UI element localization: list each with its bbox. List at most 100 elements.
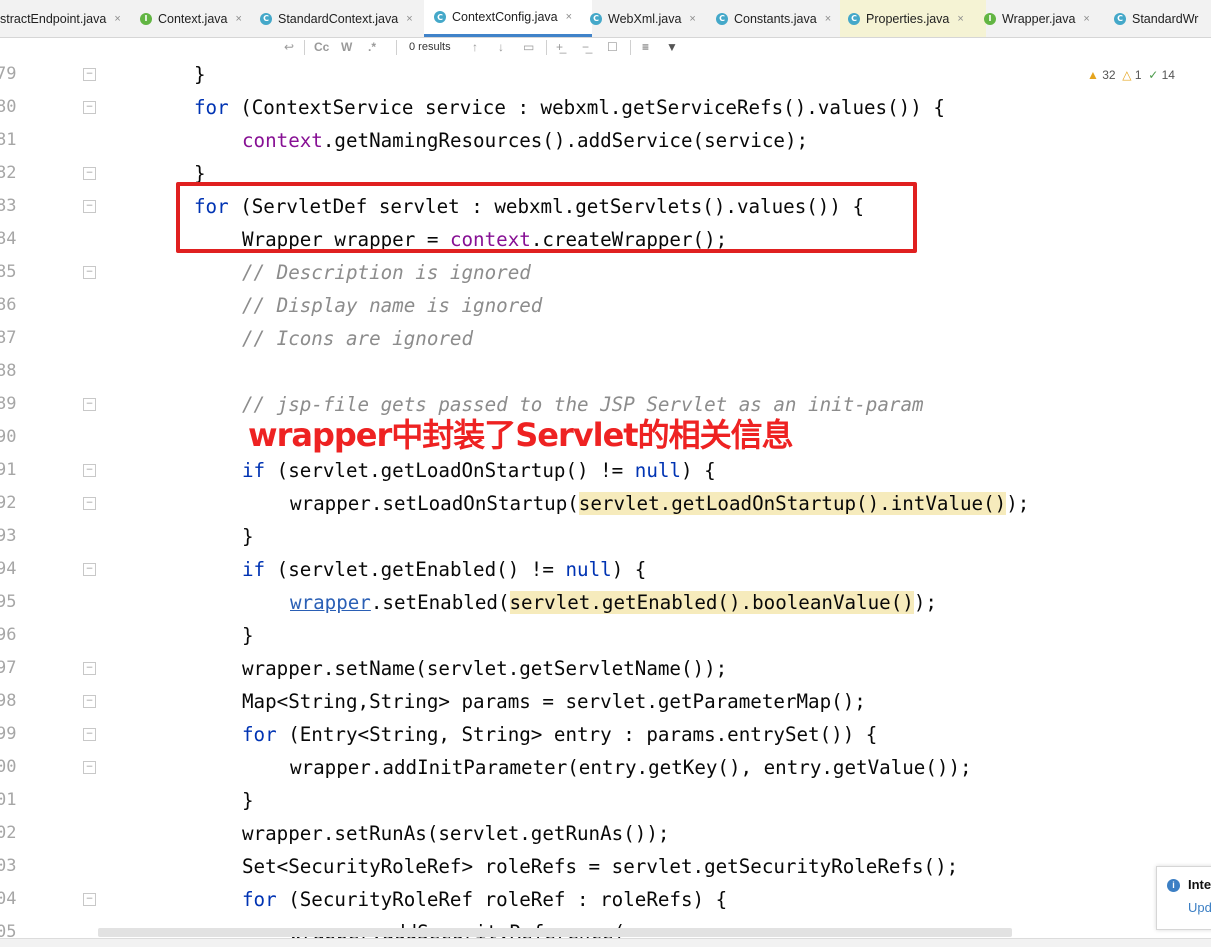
- line-number: 04: [0, 889, 17, 909]
- arrow-up-icon[interactable]: ↑: [472, 40, 478, 54]
- fold-marker-icon[interactable]: −: [83, 662, 96, 675]
- interface-icon: I: [984, 12, 996, 25]
- line-number: 02: [0, 823, 17, 843]
- close-icon[interactable]: ×: [1083, 13, 1089, 25]
- code-line-95: wrapper.setEnabled(servlet.getEnabled().…: [290, 591, 937, 614]
- editor-tab-bar: stractEndpoint.java × I Context.java × C…: [0, 0, 1211, 38]
- notification-popup[interactable]: i Inte Upd: [1156, 866, 1211, 930]
- weak-warning-icon: △: [1122, 68, 1132, 82]
- code-line-100: wrapper.addInitParameter(entry.getKey(),…: [290, 756, 972, 779]
- separator: [304, 40, 305, 55]
- tab-label: Wrapper.java: [1002, 11, 1076, 26]
- close-icon[interactable]: ×: [406, 13, 412, 25]
- select-all-occurrences-icon[interactable]: ▭: [523, 40, 534, 54]
- line-number: 90: [0, 427, 17, 447]
- tab-webxml[interactable]: C WebXml.java ×: [590, 0, 708, 37]
- code-line-91: if (servlet.getLoadOnStartup() != null) …: [242, 459, 716, 482]
- tab-label: Constants.java: [734, 11, 817, 26]
- tab-constants[interactable]: C Constants.java ×: [716, 0, 840, 37]
- line-number: 79: [0, 64, 17, 84]
- line-number: 97: [0, 658, 17, 678]
- arrow-down-icon[interactable]: ↓: [498, 40, 504, 54]
- fold-marker-icon[interactable]: −: [83, 497, 96, 510]
- tab-wrapper[interactable]: I Wrapper.java ×: [984, 0, 1112, 37]
- line-number: 98: [0, 691, 17, 711]
- tab-label: WebXml.java: [608, 11, 682, 26]
- typo-count: 14: [1161, 68, 1175, 82]
- typo-check-icon: ✓: [1148, 68, 1159, 82]
- enter-icon[interactable]: ↩: [284, 40, 294, 54]
- separator: [396, 40, 397, 55]
- class-icon: C: [260, 12, 272, 25]
- tab-label: ContextConfig.java: [452, 10, 558, 24]
- regex-button[interactable]: .*: [368, 40, 376, 54]
- line-number: 86: [0, 295, 17, 315]
- class-icon: C: [1114, 12, 1126, 25]
- fold-marker-icon[interactable]: −: [83, 266, 96, 279]
- tab-context[interactable]: I Context.java ×: [140, 0, 258, 37]
- tab-properties[interactable]: C Properties.java ×: [840, 0, 986, 37]
- close-icon[interactable]: ×: [235, 13, 241, 25]
- tab-label: StandardWr: [1132, 11, 1199, 26]
- tab-label: stractEndpoint.java: [0, 11, 107, 26]
- code-line-102: wrapper.setRunAs(servlet.getRunAs());: [242, 822, 670, 845]
- tab-context-config[interactable]: C ContextConfig.java ×: [424, 0, 592, 37]
- add-occurrence-icon[interactable]: +̲: [556, 40, 563, 54]
- notification-title: Inte: [1188, 877, 1211, 892]
- line-number: 03: [0, 856, 17, 876]
- tab-label: Properties.java: [866, 11, 950, 26]
- filter-icon[interactable]: ▼: [666, 40, 678, 54]
- line-gutter: 79 − 80 − 81 82 − 83 − 84 85 − 86 87 88 89 − 90 91 − 92 − 93 94…: [0, 58, 140, 946]
- fold-marker-icon[interactable]: −: [83, 167, 96, 180]
- line-number: 99: [0, 724, 17, 744]
- code-line-79: }: [194, 63, 206, 86]
- close-icon[interactable]: ×: [825, 13, 831, 25]
- tab-standard-wrapper[interactable]: C StandardWr: [1114, 0, 1211, 37]
- line-number: 80: [0, 97, 17, 117]
- info-icon: i: [1167, 879, 1180, 892]
- close-icon[interactable]: ×: [566, 11, 572, 23]
- code-line-97: wrapper.setName(servlet.getServletName()…: [242, 657, 728, 680]
- fold-marker-icon[interactable]: −: [83, 728, 96, 741]
- fold-marker-icon[interactable]: −: [83, 893, 96, 906]
- remove-occurrence-icon[interactable]: −̲: [582, 40, 589, 54]
- fold-marker-icon[interactable]: −: [83, 761, 96, 774]
- code-line-99: for (Entry<String, String> entry : param…: [242, 723, 878, 746]
- tab-label: StandardContext.java: [278, 11, 399, 26]
- match-case-button[interactable]: Cc: [314, 40, 329, 54]
- tab-abstract-endpoint[interactable]: stractEndpoint.java ×: [0, 0, 138, 37]
- line-number: 89: [0, 394, 17, 414]
- line-number: 87: [0, 328, 17, 348]
- code-line-98: Map<String,String> params = servlet.getP…: [242, 690, 866, 713]
- code-line-93: }: [242, 525, 254, 548]
- tab-standard-context[interactable]: C StandardContext.java ×: [260, 0, 420, 37]
- line-number: 85: [0, 262, 17, 282]
- line-number: 91: [0, 460, 17, 480]
- close-icon[interactable]: ×: [957, 13, 963, 25]
- inspection-widget[interactable]: ▲ 32 △ 1 ✓ 14: [1087, 68, 1175, 82]
- horizontal-scrollbar[interactable]: [98, 928, 1012, 937]
- annotation-text: wrapper中封装了Servlet的相关信息: [248, 416, 794, 454]
- code-line-87: // Icons are ignored: [242, 327, 474, 350]
- multiline-icon[interactable]: ≡: [642, 40, 649, 54]
- fold-marker-icon[interactable]: −: [83, 695, 96, 708]
- code-line-101: }: [242, 789, 254, 812]
- close-icon[interactable]: ×: [689, 13, 695, 25]
- close-icon[interactable]: ×: [114, 13, 120, 25]
- fold-marker-icon[interactable]: −: [83, 200, 96, 213]
- class-icon: C: [590, 12, 602, 25]
- fold-marker-icon[interactable]: −: [83, 68, 96, 81]
- fold-marker-icon[interactable]: −: [83, 398, 96, 411]
- separator: [630, 40, 631, 55]
- toggle-occurrences-icon[interactable]: ☐: [607, 40, 618, 54]
- line-number: 88: [0, 361, 17, 381]
- warning-count: 32: [1102, 68, 1116, 82]
- line-number: 94: [0, 559, 17, 579]
- class-icon: C: [716, 12, 728, 25]
- fold-marker-icon[interactable]: −: [83, 101, 96, 114]
- whole-word-button[interactable]: W: [341, 40, 352, 54]
- notification-link[interactable]: Upd: [1188, 900, 1211, 915]
- fold-marker-icon[interactable]: −: [83, 563, 96, 576]
- code-editor[interactable]: 79 − 80 − 81 82 − 83 − 84 85 − 86 87 88 89 − 90 91 − 92 − 93 94…: [0, 58, 1211, 946]
- fold-marker-icon[interactable]: −: [83, 464, 96, 477]
